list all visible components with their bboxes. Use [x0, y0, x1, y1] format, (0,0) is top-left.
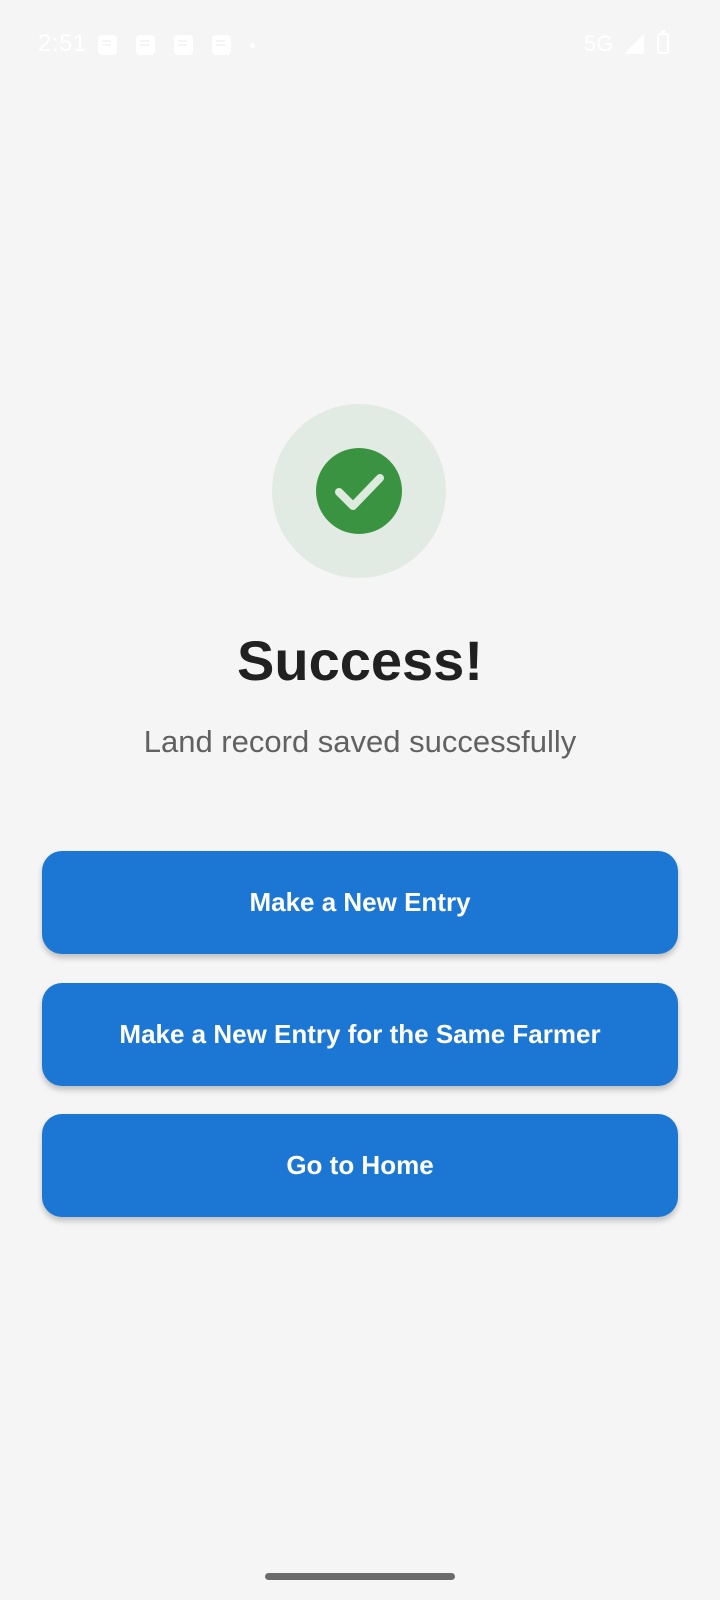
success-message: Land record saved successfully — [143, 724, 577, 759]
notification-icon — [136, 35, 155, 55]
check-circle-icon — [316, 448, 402, 534]
go-to-home-button[interactable]: Go to Home — [42, 1114, 678, 1217]
status-bar: 2:51 5G — [0, 0, 720, 92]
status-time: 2:51 — [38, 30, 87, 57]
checkmark-icon — [335, 474, 384, 510]
success-icon-background — [272, 404, 446, 578]
notification-icon — [212, 35, 231, 55]
notification-icon — [98, 35, 117, 55]
success-title: Success! — [237, 629, 483, 692]
make-new-entry-button[interactable]: Make a New Entry — [42, 851, 678, 954]
make-new-entry-same-farmer-button[interactable]: Make a New Entry for the Same Farmer — [42, 983, 678, 1086]
network-type: 5G — [584, 31, 614, 56]
signal-icon — [624, 34, 644, 54]
battery-icon — [657, 30, 669, 54]
notification-icons — [98, 33, 255, 57]
go-to-home-label: Go to Home — [286, 1150, 434, 1180]
make-new-entry-same-farmer-label: Make a New Entry for the Same Farmer — [119, 1019, 601, 1049]
notification-icon — [174, 35, 193, 55]
notification-dot-icon — [250, 42, 255, 48]
make-new-entry-label: Make a New Entry — [249, 887, 471, 917]
home-indicator[interactable] — [265, 1573, 455, 1580]
